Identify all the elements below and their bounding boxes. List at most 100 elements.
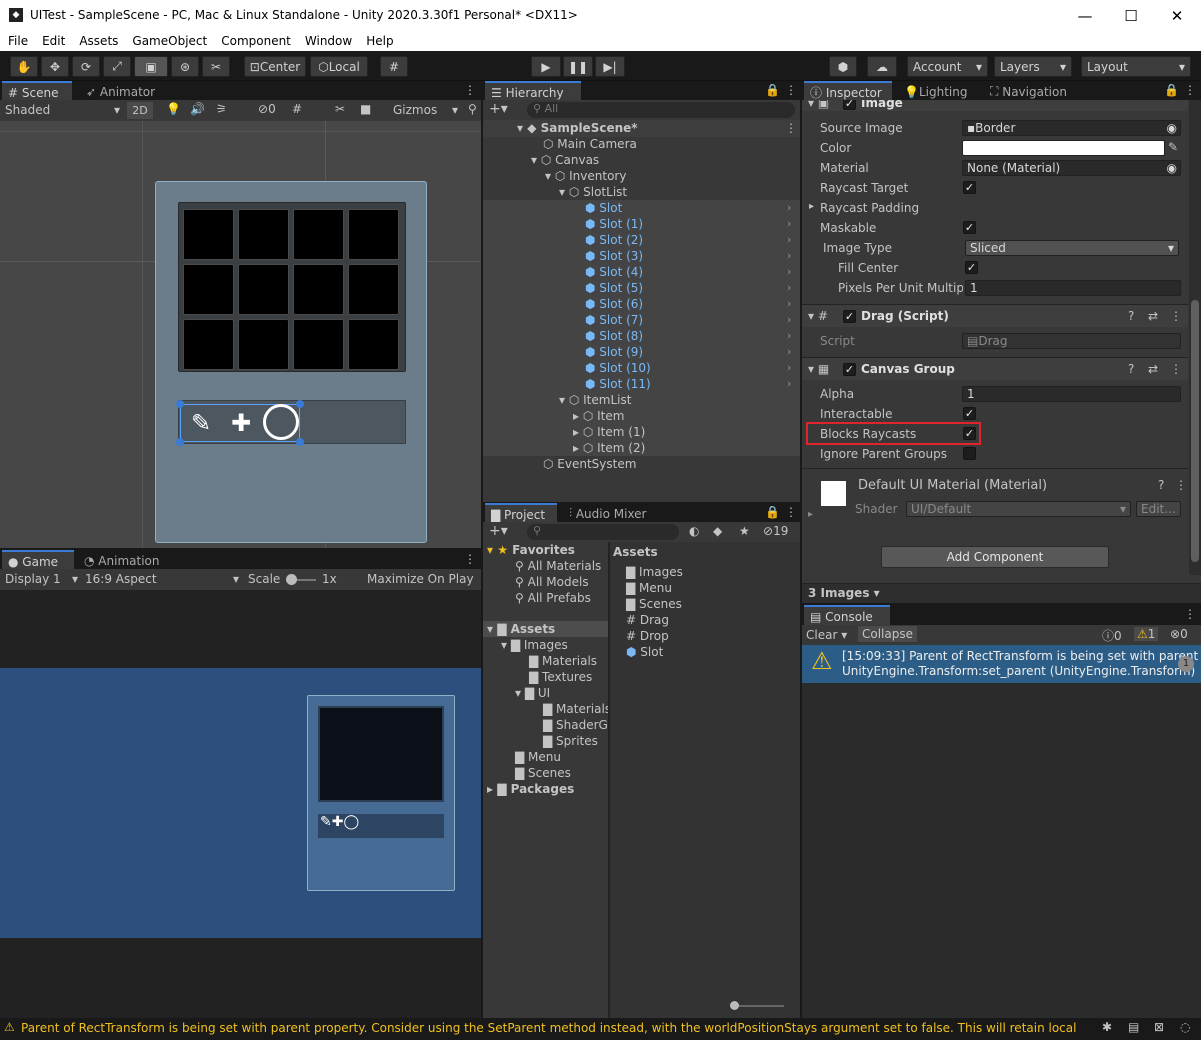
auto-generate-icon[interactable]: ⊠ [1154,1020,1164,1034]
gizmos-dropdown[interactable]: Gizmos ▾ [393,103,458,117]
tab-hierarchy[interactable]: ☰ Hierarchy [485,81,581,102]
grid-snap-icon[interactable]: # [380,56,408,77]
file-item[interactable]: # Drag [626,612,669,628]
hierarchy-item[interactable]: ▾ ⬡ ItemList [559,392,631,408]
effects-icon[interactable]: ⚞ [216,102,227,116]
play-button[interactable]: ▶ [531,56,561,77]
hierarchy-item-slot[interactable]: ⬢ Slot (5) [585,280,643,296]
hierarchy-item-slot[interactable]: ⬢ Slot (8) [585,328,643,344]
hierarchy-item-slot[interactable]: ⬢ Slot [585,200,622,216]
maximize-button[interactable]: ☐ [1108,0,1154,31]
favorite-item[interactable]: ⚲ All Models [515,574,589,590]
camera-icon[interactable]: ■ [360,102,371,116]
hierarchy-item-slot[interactable]: ⬢ Slot (11) [585,376,651,392]
ignore-parent-checkbox[interactable] [963,447,976,460]
warning-count-toggle[interactable]: ⚠1 [1134,627,1159,641]
light-icon[interactable]: 💡 [166,102,181,116]
menu-gameobject[interactable]: GameObject [132,34,207,48]
menu-file[interactable]: File [8,34,28,48]
collab-icon[interactable]: ⬢ [829,56,857,77]
hierarchy-item-slot[interactable]: ⬢ Slot (6) [585,296,643,312]
raycast-padding-label[interactable]: Raycast Padding [820,201,919,215]
hierarchy-item[interactable]: ▸ ⬡ Item (2) [573,440,645,456]
material-field[interactable]: None (Material) ◉ [962,160,1181,176]
drag-enabled-checkbox[interactable]: ✓ [843,310,856,323]
icon-size-thumb[interactable] [730,1001,739,1010]
error-count-toggle[interactable]: ⓘ0 [1102,627,1122,644]
layers-dropdown[interactable]: Layers ▾ [994,56,1072,77]
hierarchy-item[interactable]: ▸ ⬡ Item [573,408,624,424]
pivot-center-button[interactable]: ⊡ Center [244,56,306,77]
rect-tool-icon[interactable]: ▣ [134,56,168,77]
cache-icon[interactable]: ▤ [1128,1020,1139,1034]
tab-scene[interactable]: # Scene [2,81,72,102]
label-icon[interactable]: ◆ [713,524,722,538]
component-menu-icon[interactable]: ⋮ [1175,478,1187,492]
game-viewport[interactable]: ✎✚◯ [0,590,481,1018]
status-bar[interactable]: ⚠ Parent of RectTransform is being set w… [0,1018,1201,1040]
eyedropper-icon[interactable]: ✎ [1168,140,1178,154]
folder-item[interactable]: ▇ ShaderG [543,717,608,733]
hierarchy-scene[interactable]: ▾ ◆ SampleScene* [517,120,638,136]
folder-item[interactable]: ▇ Textures [529,669,592,685]
preview-dropdown[interactable]: 3 Images ▾ [808,586,880,600]
color-field[interactable] [962,140,1165,156]
lock-icon[interactable]: 🔒 [1164,83,1179,97]
file-item[interactable]: ▇ Scenes [626,596,682,612]
hierarchy-item-slot[interactable]: ⬢ Slot (1) [585,216,643,232]
component-menu-icon[interactable]: ⋮ [1170,309,1182,323]
alpha-field[interactable]: 1 [962,386,1181,402]
more-options-icon[interactable]: ⋮ [1184,607,1196,621]
cloud-icon[interactable]: ☁ [867,56,897,77]
fill-center-checkbox[interactable]: ✓ [965,261,978,274]
more-options-icon[interactable]: ⋮ [785,83,797,97]
maximize-on-play-button[interactable]: Maximize On Play [367,572,474,586]
interactable-checkbox[interactable]: ✓ [963,407,976,420]
selection-handle[interactable] [296,400,304,408]
hierarchy-item[interactable]: ▾ ⬡ Inventory [545,168,626,184]
tab-audio-mixer[interactable]: ⫶ Audio Mixer [563,503,663,524]
star-icon[interactable]: ★ [739,524,750,538]
hierarchy-item[interactable]: ⬡ EventSystem [543,456,636,472]
raycast-target-checkbox[interactable]: ✓ [963,181,976,194]
image-enabled-checkbox[interactable]: ✓ [843,100,856,110]
selection-handle[interactable] [176,438,184,446]
hierarchy-item-slot[interactable]: ⬢ Slot (7) [585,312,643,328]
shading-dropdown[interactable]: Shaded ▾ [5,103,120,117]
object-picker-icon[interactable]: ◉ [1167,161,1177,175]
icon-size-slider[interactable] [730,1001,784,1010]
transform-tool-icon[interactable]: ⊛ [171,56,199,77]
help-icon[interactable]: ? [1128,309,1134,323]
tab-animation[interactable]: ◔ Animation [78,550,168,571]
help-icon[interactable]: ? [1128,362,1134,376]
favorites-header[interactable]: ▾ ★ Favorites [487,542,575,558]
more-options-icon[interactable]: ⋮ [785,505,797,519]
blocks-raycasts-checkbox[interactable]: ✓ [963,427,976,440]
scene-menu-icon[interactable]: ⋮ [785,121,797,135]
inventory-panel[interactable]: ✎ ✚ [155,181,427,543]
layout-dropdown[interactable]: Layout ▾ [1081,56,1191,77]
component-menu-icon[interactable]: ⋮ [1170,362,1182,376]
scrollbar-thumb[interactable] [1191,300,1199,562]
source-image-field[interactable]: ▪Border ◉ [962,120,1181,136]
favorite-item[interactable]: ⚲ All Materials [515,558,601,574]
tab-navigation[interactable]: ⛶ Navigation [984,81,1084,102]
object-picker-icon[interactable]: ◉ [1167,121,1177,135]
hierarchy-item-slot[interactable]: ⬢ Slot (4) [585,264,643,280]
inspector-scrollbar[interactable] [1189,100,1201,575]
grid-toggle-icon[interactable]: # [292,102,302,116]
help-icon[interactable]: ? [1158,478,1164,492]
folder-item[interactable]: ▾ ▇ UI [515,685,550,701]
hierarchy-item[interactable]: ▾ ⬡ Canvas [531,152,599,168]
lock-icon[interactable]: 🔒 [765,505,780,519]
hierarchy-item-slot[interactable]: ⬢ Slot (3) [585,248,643,264]
pause-button[interactable]: ❚❚ [563,56,593,77]
file-item[interactable]: ⬢ Slot [626,644,663,660]
filter-type-icon[interactable]: ◐ [689,524,699,538]
maskable-checkbox[interactable]: ✓ [963,221,976,234]
favorite-item[interactable]: ⚲ All Prefabs [515,590,591,606]
more-options-icon[interactable]: ⋮ [464,83,476,97]
selection-handle[interactable] [176,400,184,408]
debug-icon[interactable]: ✱ [1102,1020,1112,1034]
menu-help[interactable]: Help [366,34,393,48]
